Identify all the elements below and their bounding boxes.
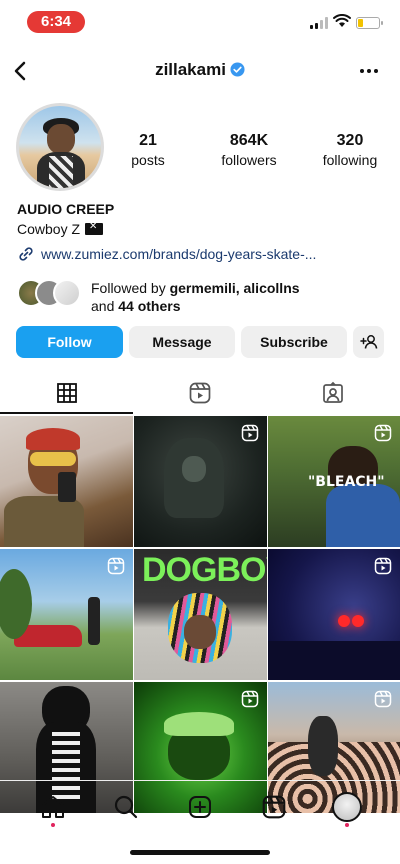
profile-actions: Follow Message Subscribe bbox=[16, 326, 384, 358]
status-bar: 6:34 bbox=[0, 0, 400, 44]
followed-by-names: germemili, alicollns bbox=[169, 280, 300, 296]
profile-username-title: zillakami bbox=[0, 60, 400, 80]
profile-notification-dot bbox=[345, 822, 350, 827]
nav-profile[interactable] bbox=[327, 787, 367, 827]
username: zillakami bbox=[155, 60, 226, 79]
create-post-icon bbox=[188, 795, 211, 818]
link-text: www.zumiez.com/brands/dog-years-skate-..… bbox=[41, 246, 317, 262]
post-caption-text: "BLEACH" bbox=[308, 474, 385, 490]
bio: Cowboy Z bbox=[17, 221, 104, 237]
followed-by-prefix: Followed by bbox=[91, 280, 170, 296]
post-caption-text: DOGBOY bbox=[142, 551, 267, 589]
followers-value: 864K bbox=[229, 132, 269, 149]
tab-tagged[interactable] bbox=[267, 372, 400, 414]
posts-grid: "BLEACH" DOGBOY bbox=[0, 416, 400, 813]
reel-indicator-icon bbox=[374, 690, 392, 708]
followed-by-text: Followed by germemili, alicollns and 44 … bbox=[91, 279, 300, 315]
verified-badge-icon bbox=[230, 62, 245, 77]
message-button[interactable]: Message bbox=[129, 326, 235, 358]
followers-count[interactable]: 864K followers bbox=[219, 131, 279, 169]
nav-search[interactable] bbox=[106, 787, 146, 827]
add-person-icon bbox=[360, 335, 378, 349]
grid-post[interactable] bbox=[0, 416, 133, 547]
following-label: following bbox=[322, 152, 378, 168]
active-tab-indicator bbox=[0, 412, 133, 414]
grid-reel[interactable] bbox=[134, 416, 267, 547]
wifi-icon bbox=[333, 14, 351, 27]
following-value: 320 bbox=[336, 132, 364, 149]
grid-icon bbox=[56, 383, 77, 403]
tagged-icon bbox=[323, 381, 344, 403]
home-indicator-bar bbox=[130, 850, 270, 855]
followed-by-and: and bbox=[91, 298, 119, 314]
profile-tabs bbox=[0, 372, 400, 414]
grid-reel[interactable] bbox=[268, 549, 400, 680]
follow-button[interactable]: Follow bbox=[16, 326, 123, 358]
nav-reels[interactable] bbox=[254, 787, 294, 827]
posts-count[interactable]: 21 posts bbox=[118, 131, 178, 169]
nav-home[interactable] bbox=[33, 787, 73, 827]
profile-link[interactable]: www.zumiez.com/brands/dog-years-skate-..… bbox=[17, 245, 316, 263]
suggested-accounts-button[interactable] bbox=[353, 326, 384, 358]
pirate-flag-icon bbox=[85, 221, 104, 235]
nav-create[interactable] bbox=[180, 787, 220, 827]
tab-reels[interactable] bbox=[133, 372, 266, 414]
following-count[interactable]: 320 following bbox=[320, 131, 380, 169]
home-icon bbox=[41, 795, 64, 818]
reel-indicator-icon bbox=[241, 424, 259, 442]
tab-posts-grid[interactable] bbox=[0, 372, 133, 414]
posts-value: 21 bbox=[139, 132, 157, 149]
link-icon bbox=[19, 247, 33, 261]
follower-avatar bbox=[53, 279, 81, 307]
followed-by[interactable]: Followed by germemili, alicollns and 44 … bbox=[17, 279, 300, 315]
bottom-navigation bbox=[0, 780, 400, 832]
bio-text: Cowboy Z bbox=[17, 221, 81, 237]
reels-icon bbox=[189, 382, 211, 404]
display-name: AUDIO CREEP bbox=[17, 201, 115, 217]
reel-indicator-icon bbox=[374, 557, 392, 575]
status-time: 6:34 bbox=[27, 11, 85, 33]
grid-post[interactable]: DOGBOY bbox=[134, 549, 267, 680]
cellular-signal-icon bbox=[310, 17, 330, 29]
follower-avatars bbox=[17, 279, 83, 309]
profile-header: zillakami bbox=[0, 52, 400, 90]
grid-reel[interactable] bbox=[0, 549, 133, 680]
more-options-icon[interactable] bbox=[358, 60, 380, 82]
reel-indicator-icon bbox=[107, 557, 125, 575]
subscribe-button[interactable]: Subscribe bbox=[241, 326, 347, 358]
profile-avatar[interactable] bbox=[16, 103, 104, 191]
grid-reel[interactable]: "BLEACH" bbox=[268, 416, 400, 547]
home-notification-dot bbox=[50, 822, 55, 827]
profile-stats: 21 posts 864K followers 320 following bbox=[118, 131, 380, 169]
reels-icon bbox=[262, 795, 285, 818]
search-icon bbox=[115, 795, 138, 818]
profile-photo bbox=[19, 106, 101, 188]
followed-by-others: 44 others bbox=[118, 298, 181, 314]
battery-icon bbox=[356, 17, 383, 29]
reel-indicator-icon bbox=[241, 690, 259, 708]
reel-indicator-icon bbox=[374, 424, 392, 442]
posts-label: posts bbox=[131, 152, 165, 168]
profile-avatar-icon bbox=[332, 791, 363, 822]
followers-label: followers bbox=[221, 152, 277, 168]
